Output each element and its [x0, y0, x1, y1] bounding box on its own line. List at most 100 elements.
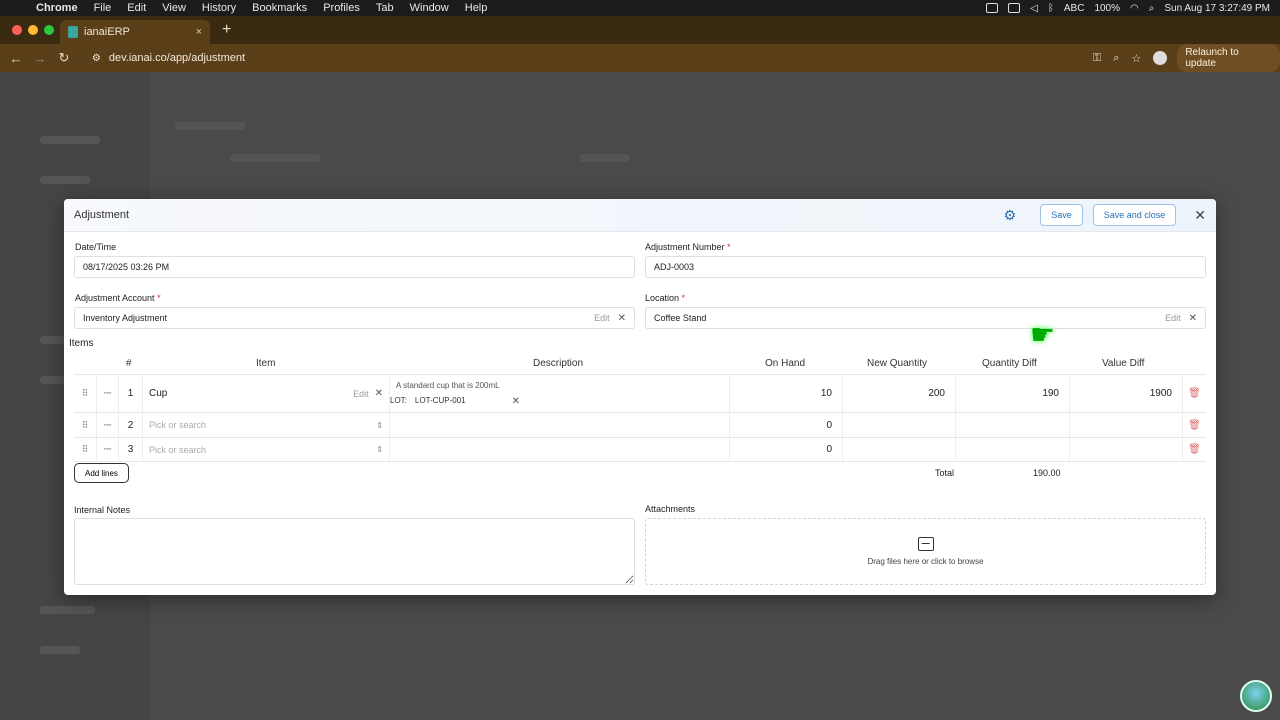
quantity-diff-cell[interactable]: 190 [955, 375, 1069, 412]
lot-value: LOT-CUP-001 [414, 395, 466, 405]
close-icon[interactable]: ✕ [1194, 207, 1206, 224]
menu-history[interactable]: History [194, 2, 244, 14]
screen-icon[interactable] [986, 3, 999, 13]
save-button[interactable]: Save [1040, 204, 1083, 226]
lot-clear-icon[interactable]: ✕ [512, 396, 520, 407]
description-cell[interactable]: A standard cup that is 200mL LOT: LOT-CU… [389, 375, 729, 412]
row-menu-icon[interactable]: ⎓ [96, 438, 118, 461]
clock[interactable]: Sun Aug 17 3:27:49 PM [1164, 3, 1270, 14]
volume-icon[interactable]: ◁ [1030, 3, 1038, 14]
attachments-dropzone[interactable]: Drag files here or click to browse [645, 518, 1206, 585]
zoom-window-icon[interactable] [44, 25, 54, 35]
lot-label: LOT: [390, 395, 407, 405]
description-cell[interactable] [389, 438, 729, 461]
drag-handle-icon[interactable]: ⠿ [74, 413, 96, 437]
account-clear-icon[interactable]: ✕ [618, 313, 626, 324]
row-menu-icon[interactable]: ⎓ [96, 413, 118, 437]
drag-handle-icon[interactable]: ⠿ [74, 438, 96, 461]
profile-avatar[interactable] [1153, 51, 1168, 65]
row-number: 3 [118, 438, 142, 461]
menu-app[interactable]: Chrome [28, 2, 86, 14]
internal-notes-field[interactable] [74, 518, 635, 585]
new-quantity-cell[interactable] [842, 413, 955, 437]
bg-placeholder [40, 606, 95, 614]
reload-icon[interactable]: ↻ [52, 50, 76, 66]
site-settings-icon[interactable]: ⚙ [92, 53, 101, 64]
close-tab-icon[interactable]: × [196, 26, 202, 38]
adjustment-account-field[interactable]: Inventory Adjustment Edit ✕ [74, 307, 635, 329]
quantity-diff-cell[interactable] [955, 413, 1069, 437]
item-select[interactable]: Pick or search ⇕ [142, 438, 389, 461]
delete-row-icon[interactable]: 🗑 [1182, 375, 1206, 412]
datetime-field[interactable]: 08/17/2025 03:26 PM [74, 256, 635, 278]
table-row: ⠿ ⎓ 3 Pick or search ⇕ 0 🗑 [74, 437, 1206, 462]
bg-placeholder [230, 154, 320, 162]
select-arrows-icon[interactable]: ⇕ [376, 421, 383, 430]
minimize-window-icon[interactable] [28, 25, 38, 35]
menu-tab[interactable]: Tab [368, 2, 402, 14]
key-icon[interactable]: ⚿ [1093, 52, 1101, 65]
menu-edit[interactable]: Edit [119, 2, 154, 14]
bg-placeholder [40, 136, 100, 144]
close-window-icon[interactable] [12, 25, 22, 35]
new-quantity-cell[interactable] [842, 438, 955, 461]
input-source[interactable]: ABC [1064, 3, 1085, 14]
new-tab-icon[interactable]: + [222, 21, 231, 39]
window-controls [0, 25, 60, 35]
new-quantity-cell[interactable]: 200 [842, 375, 955, 412]
display-icon[interactable] [1008, 3, 1021, 13]
quantity-diff-cell[interactable] [955, 438, 1069, 461]
item-clear-icon[interactable]: ✕ [375, 388, 383, 399]
adjustment-number-field[interactable]: ADJ-0003 [645, 256, 1206, 278]
menu-window[interactable]: Window [402, 2, 457, 14]
item-edit-link[interactable]: Edit [353, 389, 369, 399]
item-select[interactable]: Pick or search ⇕ [142, 413, 389, 437]
assistant-logo[interactable] [1240, 680, 1272, 712]
save-and-close-button[interactable]: Save and close [1092, 204, 1177, 226]
forward-icon[interactable]: → [28, 51, 52, 66]
browser-tab[interactable]: ianaiERP × [60, 20, 210, 44]
total-value: 190.00 [1033, 468, 1061, 478]
description-cell[interactable] [389, 413, 729, 437]
datetime-value: 08/17/2025 03:26 PM [83, 262, 170, 272]
lot-field[interactable]: LOT: LOT-CUP-001 ✕ [390, 396, 520, 407]
relaunch-button[interactable]: Relaunch to update [1177, 44, 1280, 72]
drag-handle-icon[interactable]: ⠿ [74, 375, 96, 412]
add-lines-button[interactable]: Add lines [74, 463, 129, 483]
location-edit-link[interactable]: Edit [1165, 313, 1181, 323]
menu-profiles[interactable]: Profiles [315, 2, 368, 14]
datetime-label: Date/Time [75, 242, 117, 252]
account-edit-link[interactable]: Edit [594, 313, 610, 323]
modal-header: Adjustment ⚙ Save Save and close ✕ [64, 199, 1216, 232]
item-field[interactable]: Cup Edit ✕ [142, 375, 389, 412]
delete-row-icon[interactable]: 🗑 [1182, 413, 1206, 437]
battery-percent[interactable]: 100% [1094, 3, 1120, 14]
row-menu-icon[interactable]: ⎓ [96, 375, 118, 412]
col-item: Item [256, 358, 276, 369]
menu-view[interactable]: View [154, 2, 194, 14]
item-placeholder: Pick or search [149, 420, 207, 430]
value-diff-cell [1069, 413, 1182, 437]
bg-placeholder [40, 176, 90, 184]
grid-header: # Item Description On Hand New Quantity … [74, 358, 1206, 374]
delete-row-icon[interactable]: 🗑 [1182, 438, 1206, 461]
select-arrows-icon[interactable]: ⇕ [376, 445, 383, 454]
zoom-icon[interactable]: ⌕ [1113, 52, 1119, 65]
value-diff-cell: 1900 [1069, 375, 1182, 412]
gear-icon[interactable]: ⚙ [1004, 207, 1017, 224]
location-field[interactable]: Coffee Stand Edit ✕ [645, 307, 1206, 329]
star-icon[interactable]: ☆ [1131, 52, 1141, 65]
menu-bookmarks[interactable]: Bookmarks [244, 2, 315, 14]
bg-placeholder [175, 122, 245, 130]
location-clear-icon[interactable]: ✕ [1189, 313, 1197, 324]
on-hand-cell: 10 [729, 375, 842, 412]
wifi-icon[interactable]: ◠ [1130, 3, 1139, 14]
menu-help[interactable]: Help [457, 2, 496, 14]
search-icon[interactable]: ⌕ [1149, 3, 1155, 14]
back-icon[interactable]: ← [4, 51, 28, 66]
bluetooth-icon[interactable]: ᛒ [1048, 3, 1054, 14]
address-bar[interactable]: ⚙ dev.ianai.co/app/adjustment [82, 47, 1081, 69]
menu-file[interactable]: File [86, 2, 120, 14]
items-heading: Items [69, 338, 94, 349]
description-text: A standard cup that is 200mL [396, 380, 500, 390]
